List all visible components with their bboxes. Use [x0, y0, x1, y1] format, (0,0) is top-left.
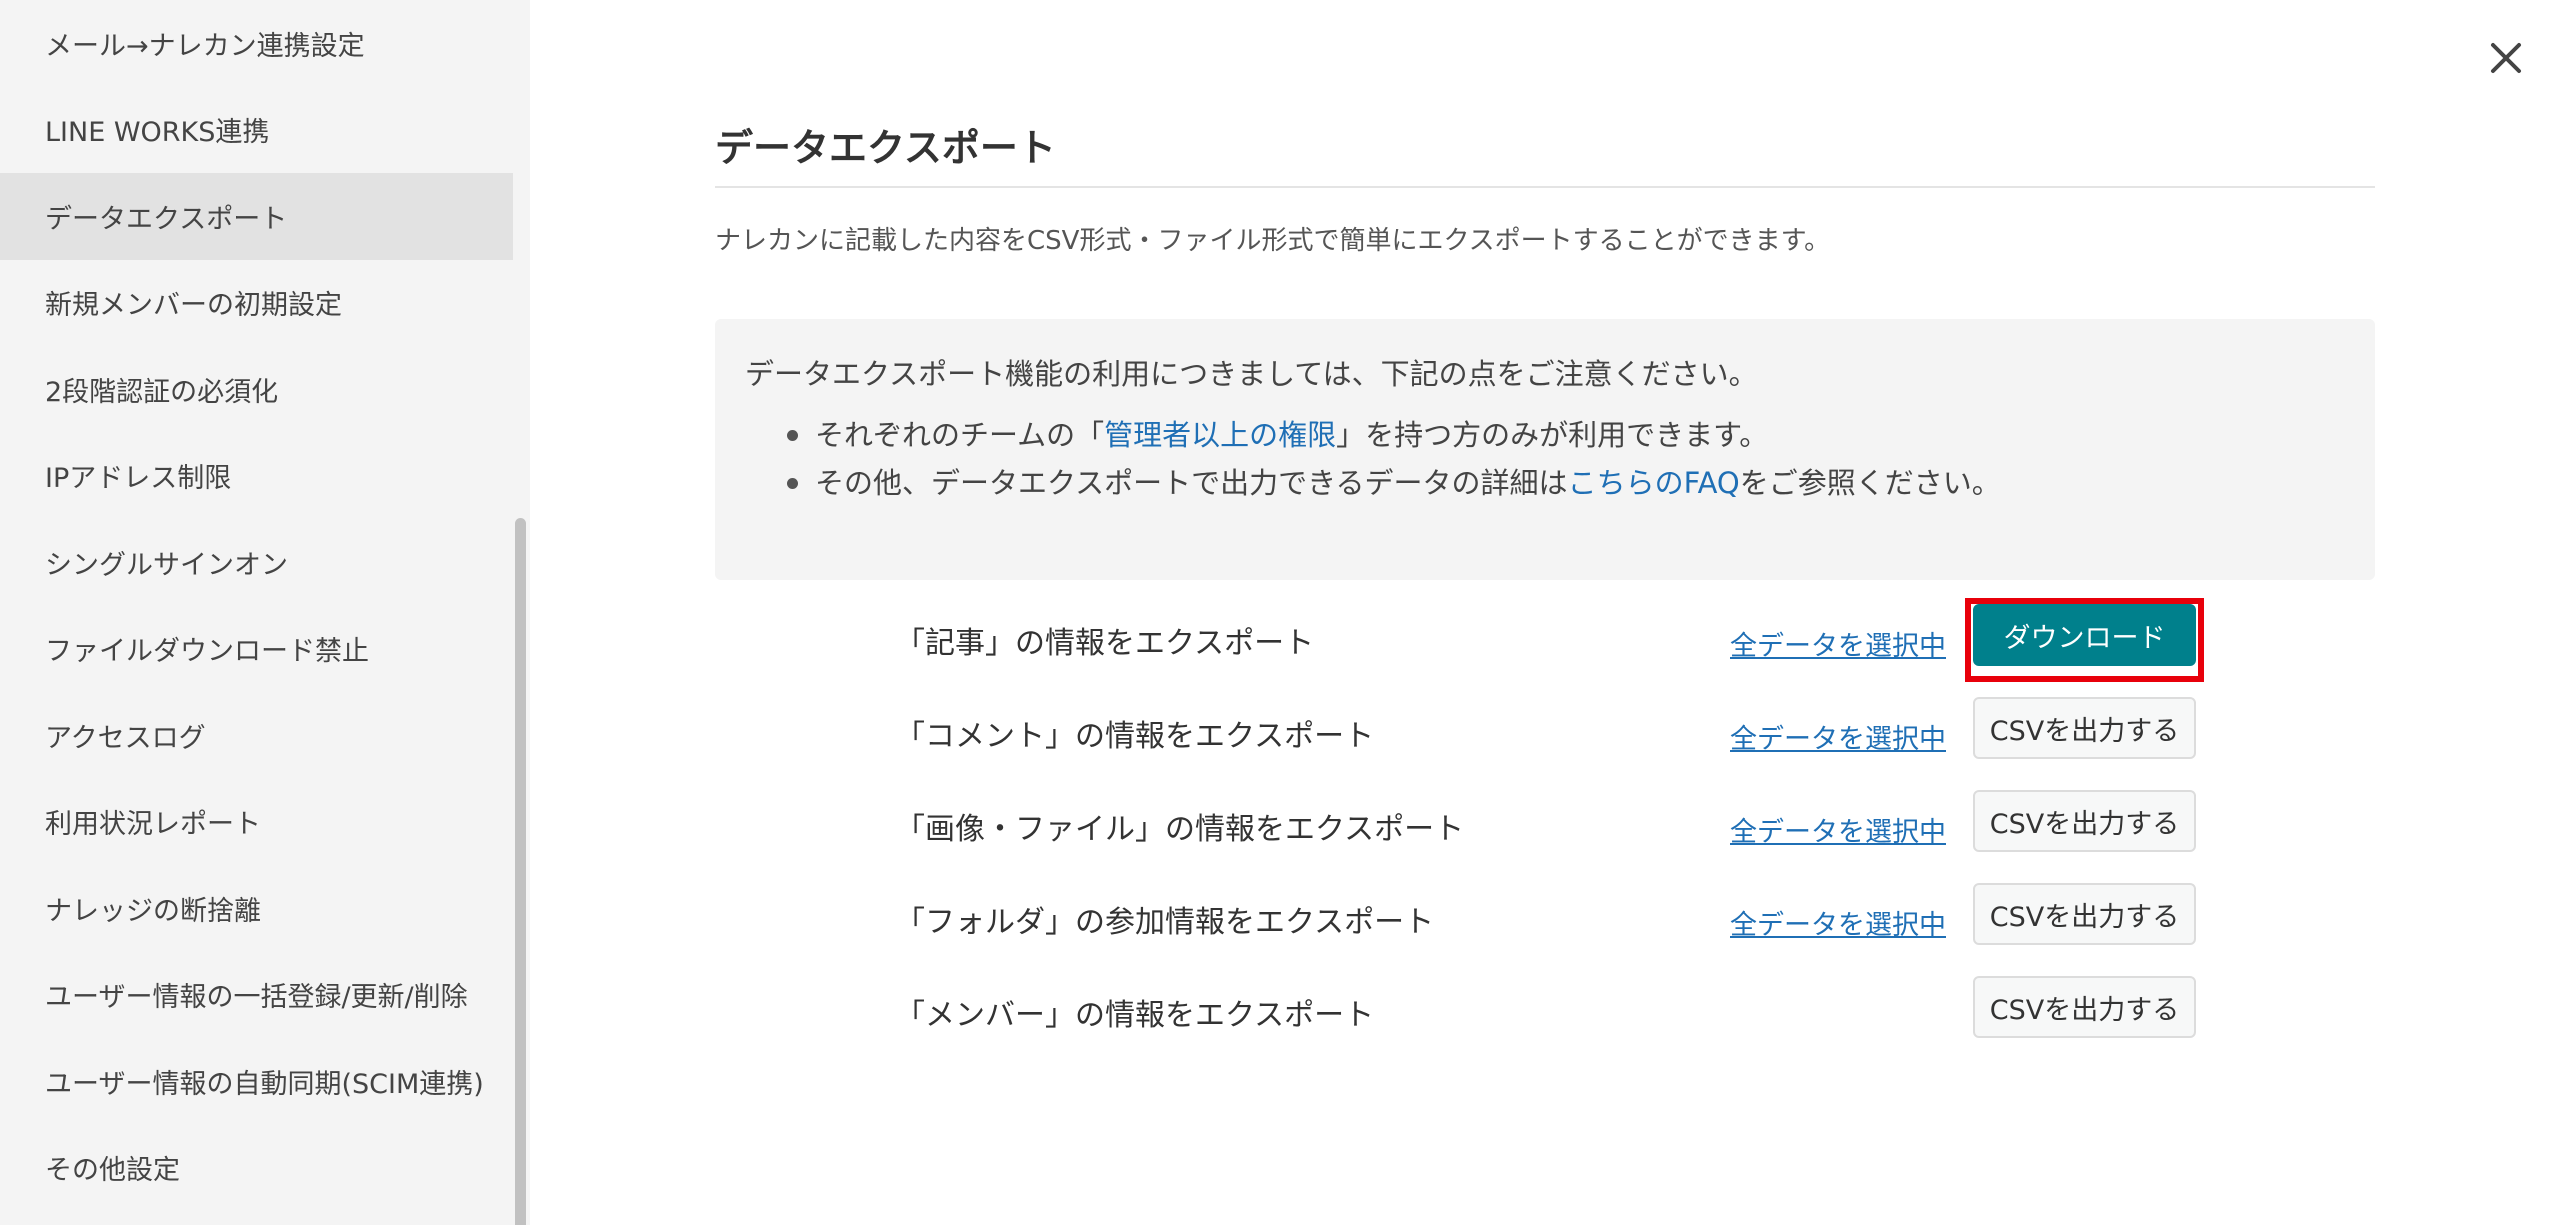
notice-item-permission-after: 」を持つ方のみが利用できます。 [1336, 418, 1769, 452]
sidebar-item-2fa[interactable]: 2段階認証の必須化 [0, 346, 513, 433]
sidebar-item-usage-report[interactable]: 利用状況レポート [0, 779, 513, 866]
highlight-box [1965, 598, 2204, 682]
sidebar-item-bulk-user[interactable]: ユーザー情報の一括登録/更新/削除 [0, 952, 513, 1039]
sidebar-item-access-log[interactable]: アクセスログ [0, 692, 513, 779]
export-csv-button[interactable]: CSVを出力する [1973, 790, 2196, 852]
export-label: 「コメント」の情報をエクスポート [895, 719, 1375, 754]
notice-list: それぞれのチームの「管理者以上の権限」を持つ方のみが利用できます。 その他、デー… [745, 411, 2345, 507]
faq-link[interactable]: こちらのFAQ [1568, 466, 1740, 500]
export-row-images-files: 「画像・ファイル」の情報をエクスポート 全データを選択中 CSVを出力する [715, 784, 2375, 877]
export-csv-button[interactable]: CSVを出力する [1973, 976, 2196, 1038]
close-button[interactable] [2478, 30, 2534, 86]
title-divider [715, 186, 2375, 188]
sidebar-scroll-thumb[interactable] [515, 518, 526, 1225]
sidebar-item-file-download-ban[interactable]: ファイルダウンロード禁止 [0, 606, 513, 693]
notice-item-faq-before: その他、データエクスポートで出力できるデータの詳細は [815, 466, 1568, 500]
page-title: データエクスポート [715, 126, 1056, 170]
export-label: 「画像・ファイル」の情報をエクスポート [895, 812, 1465, 847]
notice-item-permission-before: それぞれのチームの「 [815, 418, 1105, 452]
notice-item-faq: その他、データエクスポートで出力できるデータの詳細はこちらのFAQをご参照くださ… [787, 459, 2345, 507]
sidebar-item-data-export[interactable]: データエクスポート [0, 173, 513, 260]
export-row-folders: 「フォルダ」の参加情報をエクスポート 全データを選択中 CSVを出力する [715, 877, 2375, 970]
export-row-comments: 「コメント」の情報をエクスポート 全データを選択中 CSVを出力する [715, 691, 2375, 784]
admin-permission-link[interactable]: 管理者以上の権限 [1104, 418, 1336, 452]
sidebar-item-other-settings[interactable]: その他設定 [0, 1125, 513, 1212]
sidebar-item-ip-restriction[interactable]: IPアドレス制限 [0, 433, 513, 520]
export-label: 「メンバー」の情報をエクスポート [895, 998, 1375, 1033]
close-icon [2491, 43, 2521, 73]
notice-item-faq-after: をご参照ください。 [1739, 466, 2001, 500]
sidebar-item-lineworks[interactable]: LINE WORKS連携 [0, 87, 513, 174]
notice-heading: データエクスポート機能の利用につきましては、下記の点をご注意ください。 [745, 357, 1758, 391]
export-row-articles: 「記事」の情報をエクスポート 全データを選択中 ダウンロード [715, 598, 2375, 691]
sidebar: メール→ナレカン連携設定 LINE WORKS連携 データエクスポート 新規メン… [0, 0, 530, 1225]
page-description: ナレカンに記載した内容をCSV形式・ファイル形式で簡単にエクスポートすることがで… [715, 226, 1831, 256]
export-label: 「フォルダ」の参加情報をエクスポート [895, 905, 1435, 940]
export-label: 「記事」の情報をエクスポート [895, 626, 1315, 661]
sidebar-item-knowledge-cleanup[interactable]: ナレッジの断捨離 [0, 865, 513, 952]
select-all-data-link[interactable]: 全データを選択中 [1730, 717, 1946, 756]
sidebar-item-new-member-defaults[interactable]: 新規メンバーの初期設定 [0, 260, 513, 347]
sidebar-item-mail-integration[interactable]: メール→ナレカン連携設定 [0, 0, 513, 87]
export-row-members: 「メンバー」の情報をエクスポート CSVを出力する [715, 970, 2375, 1063]
export-csv-button[interactable]: CSVを出力する [1973, 883, 2196, 945]
select-all-data-link[interactable]: 全データを選択中 [1730, 810, 1946, 849]
sidebar-nav: メール→ナレカン連携設定 LINE WORKS連携 データエクスポート 新規メン… [0, 0, 513, 1211]
select-all-data-link[interactable]: 全データを選択中 [1730, 624, 1946, 663]
sidebar-item-sso[interactable]: シングルサインオン [0, 519, 513, 606]
select-all-data-link[interactable]: 全データを選択中 [1730, 903, 1946, 942]
notice-item-permission: それぞれのチームの「管理者以上の権限」を持つ方のみが利用できます。 [787, 411, 2345, 459]
export-csv-button[interactable]: CSVを出力する [1973, 697, 2196, 759]
notice-box: データエクスポート機能の利用につきましては、下記の点をご注意ください。 それぞれ… [715, 319, 2375, 580]
export-list: 「記事」の情報をエクスポート 全データを選択中 ダウンロード 「コメント」の情報… [715, 598, 2375, 1063]
sidebar-item-scim[interactable]: ユーザー情報の自動同期(SCIM連携) [0, 1038, 513, 1125]
